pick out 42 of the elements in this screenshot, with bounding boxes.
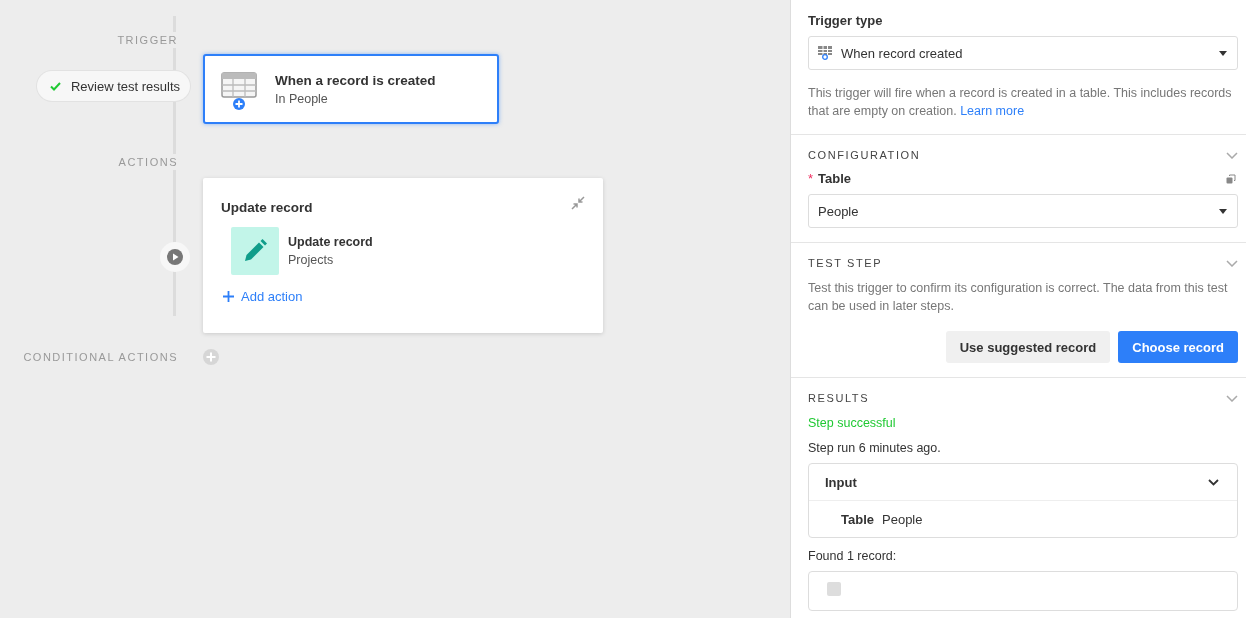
section-heading: CONFIGURATION bbox=[808, 149, 921, 161]
section-heading: RESULTS bbox=[808, 392, 870, 404]
required-mark: * bbox=[808, 171, 814, 186]
card-title: When a record is created bbox=[275, 72, 436, 88]
step-subtitle: Projects bbox=[288, 253, 335, 267]
caret-icon bbox=[1219, 208, 1227, 214]
table-icon bbox=[818, 46, 833, 60]
trigger-card[interactable]: When a record is created In People bbox=[203, 54, 499, 124]
collapse-icon[interactable] bbox=[571, 196, 585, 210]
play-button[interactable] bbox=[160, 241, 190, 272]
learn-more-link[interactable]: Learn more bbox=[960, 104, 1025, 118]
status-text: Step successful bbox=[808, 416, 897, 430]
add-icon[interactable] bbox=[203, 349, 219, 365]
section-label: ACTIONS bbox=[118, 154, 178, 170]
input-value: People bbox=[882, 511, 923, 527]
table-dropdown[interactable]: People bbox=[808, 194, 1238, 228]
add-action-link[interactable]: Add action bbox=[223, 289, 303, 304]
field-label: Table bbox=[818, 171, 853, 186]
test-description: Test this trigger to confirm its configuration is correct. The data from this test can be used in later steps. bbox=[808, 280, 1229, 315]
review-results-button[interactable]: Review test results bbox=[36, 71, 190, 101]
section-heading: TEST STEP bbox=[808, 257, 883, 269]
found-text: Found 1 record: bbox=[808, 549, 898, 563]
plus-icon bbox=[223, 291, 234, 302]
chevron-icon[interactable] bbox=[1208, 478, 1219, 486]
pencil-icon bbox=[231, 227, 279, 275]
checkmark-icon bbox=[49, 81, 61, 91]
suggested-record-button[interactable]: Use suggested record bbox=[945, 331, 1111, 363]
input-title: Input bbox=[825, 474, 857, 490]
trigger-description: This trigger will fire when a record is created in a table. This includes records that are empty on creation. Learn more bbox=[808, 85, 1233, 120]
trigger-type-dropdown[interactable]: When record created bbox=[808, 36, 1238, 70]
copy-icon[interactable] bbox=[1226, 173, 1236, 184]
card-subtitle: In People bbox=[275, 91, 329, 106]
card-title: Update record bbox=[221, 200, 313, 215]
run-time-text: Step run 6 minutes ago. bbox=[808, 441, 942, 455]
input-key: Table bbox=[841, 511, 874, 527]
caret-icon bbox=[1219, 50, 1227, 56]
choose-record-button[interactable]: Choose record bbox=[1118, 331, 1238, 363]
play-icon bbox=[167, 248, 183, 265]
table-add-icon bbox=[221, 72, 259, 112]
step-title: Update record bbox=[288, 235, 373, 249]
field-label: Trigger type bbox=[808, 13, 884, 28]
section-label: TRIGGER bbox=[117, 32, 178, 48]
